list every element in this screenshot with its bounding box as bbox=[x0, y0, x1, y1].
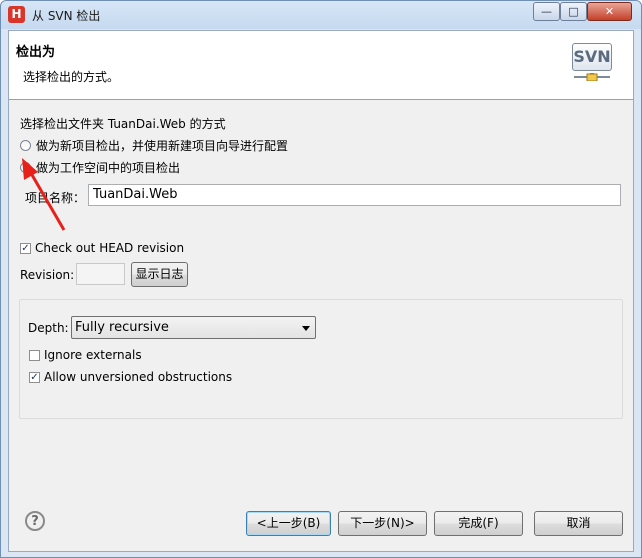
depth-label: Depth: bbox=[28, 321, 69, 335]
revision-input[interactable] bbox=[76, 263, 125, 285]
section-title: 选择检出文件夹 TuanDai.Web 的方式 bbox=[20, 117, 226, 131]
cancel-button[interactable]: 取消 bbox=[534, 511, 623, 536]
title-bar[interactable]: H 从 SVN 检出 — □ ✕ bbox=[1, 1, 641, 29]
project-name-label: 项目名称： bbox=[25, 191, 86, 205]
svn-logo-base bbox=[574, 73, 610, 81]
maximize-button[interactable]: □ bbox=[560, 2, 587, 21]
dialog-window: H 从 SVN 检出 — □ ✕ 检出为 选择检出的方式。 SVN 选择检出文件… bbox=[0, 0, 642, 558]
radio-workspace-project-label: 做为工作空间中的项目检出 bbox=[36, 161, 181, 175]
radio-button[interactable] bbox=[20, 140, 31, 151]
show-log-button[interactable]: 显示日志 bbox=[131, 262, 188, 287]
revision-label: Revision: bbox=[20, 268, 75, 282]
radio-new-project[interactable]: 做为新项目检出，并使用新建项目向导进行配置 bbox=[20, 137, 288, 154]
checkout-head-checkbox[interactable]: ✓ bbox=[20, 242, 31, 254]
minimize-button[interactable]: — bbox=[533, 2, 560, 21]
allow-unversioned-checkbox[interactable]: ✓ bbox=[29, 371, 40, 383]
wizard-banner: 检出为 选择检出的方式。 SVN bbox=[9, 31, 633, 100]
checkout-head-label: Check out HEAD revision bbox=[35, 241, 185, 255]
window-title: 从 SVN 检出 bbox=[32, 9, 101, 23]
dialog-body: 检出为 选择检出的方式。 SVN 选择检出文件夹 TuanDai.Web 的方式… bbox=[8, 30, 634, 552]
question-icon[interactable]: ? bbox=[25, 511, 45, 531]
close-button[interactable]: ✕ bbox=[587, 2, 632, 21]
radio-button-selected[interactable] bbox=[20, 162, 31, 173]
ignore-externals-checkbox[interactable] bbox=[29, 349, 40, 361]
depth-select[interactable]: Fully recursive bbox=[71, 316, 316, 339]
depth-selected-value: Fully recursive bbox=[75, 320, 169, 335]
banner-description: 选择检出的方式。 bbox=[23, 70, 120, 84]
back-button[interactable]: <上一步(B) bbox=[246, 511, 331, 536]
svn-logo-icon: SVN bbox=[572, 43, 614, 81]
banner-title: 检出为 bbox=[16, 45, 56, 60]
depth-options-group: Depth: Fully recursive Ignore externals … bbox=[19, 299, 623, 419]
ignore-externals-row[interactable]: Ignore externals bbox=[29, 348, 142, 362]
next-button[interactable]: 下一步(N)> bbox=[338, 511, 427, 536]
ignore-externals-label: Ignore externals bbox=[44, 348, 142, 362]
radio-workspace-project[interactable]: 做为工作空间中的项目检出 bbox=[20, 159, 180, 176]
radio-new-project-label: 做为新项目检出，并使用新建项目向导进行配置 bbox=[36, 139, 289, 153]
app-icon: H bbox=[8, 6, 25, 23]
chevron-down-icon bbox=[302, 326, 310, 331]
allow-unversioned-row[interactable]: ✓ Allow unversioned obstructions bbox=[29, 370, 232, 384]
checkout-head-checkbox-row[interactable]: ✓ Check out HEAD revision bbox=[20, 241, 184, 255]
allow-unversioned-label: Allow unversioned obstructions bbox=[44, 370, 233, 384]
svn-logo-text: SVN bbox=[572, 43, 612, 71]
project-name-input[interactable]: TuanDai.Web bbox=[88, 184, 621, 206]
finish-button[interactable]: 完成(F) bbox=[434, 511, 523, 536]
